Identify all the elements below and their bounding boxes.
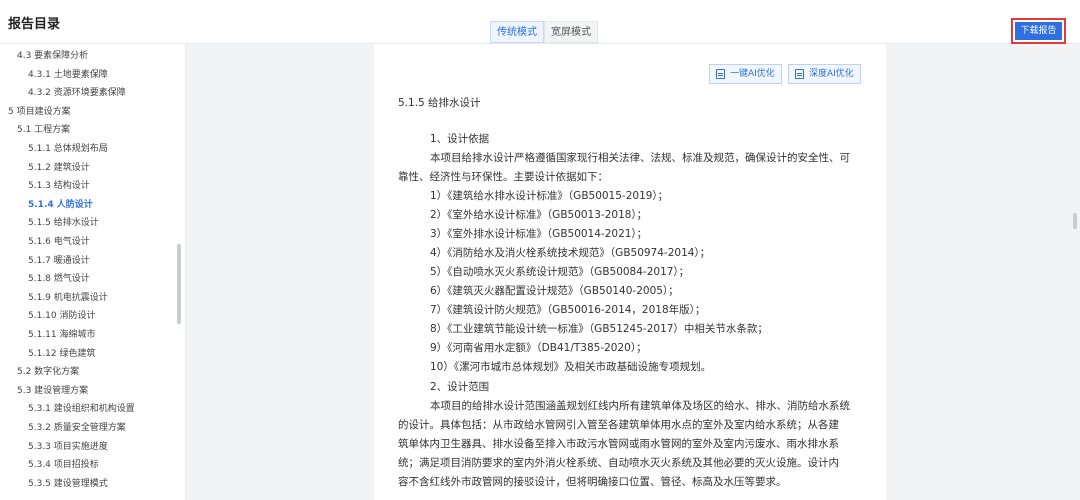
- document-panel: 一键AI优化 深度AI优化 5.1.5 给排水设计 1、设计依据本项目给排水设计…: [374, 44, 886, 500]
- toc-item[interactable]: 5.1.7 暖通设计: [0, 252, 90, 270]
- page-scrollbar[interactable]: [1073, 213, 1077, 229]
- toc-item[interactable]: 5.3.5 建设管理模式: [0, 475, 108, 493]
- document-icon: [795, 69, 804, 79]
- view-mode-switch: 传统模式 宽屏模式: [490, 21, 598, 43]
- widescreen-mode-button[interactable]: 宽屏模式: [544, 21, 598, 43]
- toc-item[interactable]: 4.3.2 资源环境要素保障: [0, 84, 126, 102]
- document-line: 统；满足项目消防要求的室内外消火栓系统、自动喷水灭火系统及其他必要的灭火设施。设…: [398, 457, 839, 469]
- one-click-ai-optimize-label: 一键AI优化: [730, 69, 775, 79]
- one-click-ai-optimize-button[interactable]: 一键AI优化: [709, 64, 782, 84]
- document-line: 靠性、经济性与环保性。主要设计依据如下：: [398, 171, 608, 183]
- document-line: 容不含红线外市政管网的接驳设计，但将明确接口位置、管径、标高及水压等要求。: [398, 476, 787, 488]
- toc-item[interactable]: 5.1.2 建筑设计: [0, 159, 90, 177]
- toc-item[interactable]: 5.1.5 给排水设计: [0, 214, 99, 232]
- toc-item[interactable]: 5.1 工程方案: [0, 121, 70, 139]
- page-title: 报告目录: [8, 17, 61, 32]
- toc-item[interactable]: 5.3 建设管理方案: [0, 382, 88, 400]
- toc-item[interactable]: 5 项目建设方案: [0, 103, 71, 121]
- document-line: 2）《室外给水设计标准》（GB50013-2018）；: [430, 209, 648, 221]
- top-bar: 报告目录 传统模式 宽屏模式 下载报告: [0, 0, 1080, 44]
- download-report-button[interactable]: 下载报告: [1011, 18, 1066, 44]
- document-line: 3）《室外排水设计标准》（GB50014-2021）；: [430, 228, 648, 240]
- document-line: 1）《建筑给水排水设计标准》（GB50015-2019）；: [430, 190, 669, 202]
- document-line: 2、设计范围: [430, 381, 490, 393]
- toc-item[interactable]: 5.3.3 项目实施进度: [0, 438, 108, 456]
- toc-item[interactable]: 4.3.1 土地要素保障: [0, 66, 108, 84]
- toc-item[interactable]: 5.3.4 项目招投标: [0, 456, 99, 474]
- document-line: 的设计。具体包括：从市政给水管网引入管至各建筑单体用水点的室外及室内给水系统；从…: [398, 419, 839, 431]
- section-title: 5.1.5 给排水设计: [398, 97, 481, 109]
- download-report-label: 下载报告: [1015, 22, 1062, 40]
- document-line: 8）《工业建筑节能设计统一标准》（GB51245-2017）中相关节水条款；: [430, 323, 768, 335]
- toc-item[interactable]: 5.1.1 总体规划布局: [0, 140, 108, 158]
- toc-item[interactable]: 5.1.9 机电抗震设计: [0, 289, 108, 307]
- toc-item[interactable]: 5.1.8 燃气设计: [0, 270, 90, 288]
- toc-item[interactable]: 5.1.6 电气设计: [0, 233, 90, 251]
- document-line: 本项目给排水设计严格遵循国家现行相关法律、法规、标准及规范，确保设计的安全性、可: [430, 152, 850, 164]
- toc-item[interactable]: 5.1.4 人防设计: [0, 196, 93, 214]
- toc-item[interactable]: 5.1.11 海绵城市: [0, 326, 96, 344]
- toc-item[interactable]: 5.1.3 结构设计: [0, 177, 90, 195]
- document-line: 筑单体内卫生器具、排水设备至排入市政污水管网或雨水管网的室外及室内污废水、雨水排…: [398, 438, 839, 450]
- toc-sidebar: 4.3 要素保障分析 4.3.1 土地要素保障 4.3.2 资源环境要素保障 5 项目…: [0, 44, 186, 500]
- document-line: 7）《建筑设计防火规范》（GB50016-2014，2018年版）；: [430, 304, 706, 316]
- document-line: 4）《消防给水及消火栓系统技术规范》（GB50974-2014）；: [430, 247, 711, 259]
- document-line: 9）《河南省用水定额》（DB41/T385-2020）；: [430, 342, 647, 354]
- document-icon: [716, 69, 725, 79]
- sidebar-scrollbar[interactable]: [177, 244, 181, 324]
- deep-ai-optimize-label: 深度AI优化: [809, 69, 854, 79]
- document-line: 10）《漯河市城市总体规划》及相关市政基础设施专项规划。: [430, 361, 712, 373]
- toc-item[interactable]: 5.2 数字化方案: [0, 363, 79, 381]
- deep-ai-optimize-button[interactable]: 深度AI优化: [788, 64, 861, 84]
- toc-item[interactable]: 5.1.12 绿色建筑: [0, 345, 96, 363]
- document-line: 本项目的给排水设计范围涵盖规划红线内所有建筑单体及场区的给水、排水、消防给水系统: [430, 400, 850, 412]
- toc-item[interactable]: 4.3 要素保障分析: [0, 47, 88, 65]
- traditional-mode-button[interactable]: 传统模式: [490, 21, 544, 43]
- document-line: 5）《自动喷水灭火系统设计规范》（GB50084-2017）；: [430, 266, 690, 278]
- toc-item[interactable]: 5.3.2 质量安全管理方案: [0, 419, 126, 437]
- document-line: 6）《建筑灭火器配置设计规范》（GB50140-2005）；: [430, 285, 679, 297]
- toc-item[interactable]: 5.3.1 建设组织和机构设置: [0, 400, 135, 418]
- toc-item[interactable]: 5.1.10 消防设计: [0, 307, 96, 325]
- document-line: 1、设计依据: [430, 133, 490, 145]
